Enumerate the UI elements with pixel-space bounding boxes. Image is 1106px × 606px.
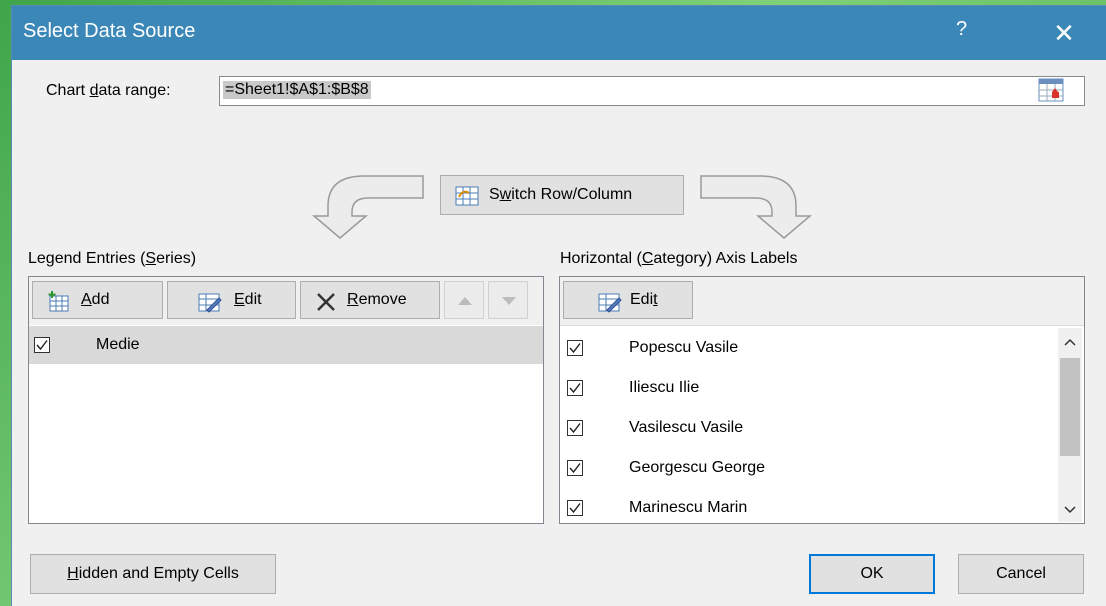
accelerator-key: E	[234, 291, 245, 308]
add-icon	[47, 291, 69, 318]
axis-label-row[interactable]: Georgescu George	[560, 449, 1058, 487]
series-row[interactable]: Medie	[29, 326, 543, 364]
axis-label-name: Vasilescu Vasile	[629, 419, 744, 436]
accelerator-key: S	[145, 250, 157, 267]
collapse-dialog-button[interactable]	[1038, 78, 1064, 102]
series-name: Medie	[96, 336, 140, 353]
accelerator-key: A	[81, 291, 92, 308]
switch-row-column-label: Switch Row/Column	[489, 186, 632, 204]
move-down-button[interactable]	[488, 281, 528, 319]
label-part: Edi	[630, 291, 654, 308]
move-up-button[interactable]	[444, 281, 484, 319]
cancel-button[interactable]: Cancel	[958, 554, 1084, 594]
label-part: idden and Empty Cells	[78, 565, 239, 582]
scroll-down-icon[interactable]	[1064, 506, 1076, 514]
axis-labels-label: Horizontal (Category) Axis Labels	[560, 250, 797, 268]
remove-label: Remove	[347, 291, 407, 309]
label-part: Horizontal (	[560, 250, 642, 267]
remove-series-button[interactable]: Remove	[300, 281, 440, 319]
axis-label-name: Georgescu George	[629, 459, 766, 476]
edit-icon	[598, 291, 622, 318]
accelerator-key: C	[641, 250, 654, 267]
chart-data-range-input[interactable]: =Sheet1!$A$1:$B$8	[219, 76, 1085, 106]
help-button[interactable]: ?	[956, 18, 967, 41]
label-part: ata range:	[98, 82, 171, 99]
checkbox[interactable]	[34, 337, 50, 353]
axis-labels-panel: Edit Popescu Vasile Iliescu Ilie Vasilescu…	[559, 276, 1085, 524]
axis-label-name: Iliescu Ilie	[629, 379, 700, 396]
axis-label-row[interactable]: Marinescu Marin	[560, 489, 1058, 527]
add-label: Add	[81, 291, 109, 309]
label-part: emove	[358, 291, 407, 308]
label-part: Chart	[46, 82, 90, 99]
close-button[interactable]: ✕	[1034, 14, 1094, 52]
checkbox[interactable]	[567, 340, 583, 356]
label-part: eries)	[156, 250, 197, 267]
switch-row-column-icon	[455, 185, 479, 212]
edit-series-button[interactable]: Edit	[167, 281, 296, 319]
edit-label: Edit	[234, 291, 262, 309]
chart-data-range-value: =Sheet1!$A$1:$B$8	[223, 81, 371, 99]
scroll-up-icon[interactable]	[1064, 338, 1076, 346]
edit-label: Edit	[630, 291, 658, 309]
accelerator-key: w	[499, 186, 512, 203]
move-down-icon	[502, 297, 516, 305]
hidden-and-empty-cells-button[interactable]: Hidden and Empty Cells	[30, 554, 276, 594]
checkbox[interactable]	[567, 460, 583, 476]
checkbox[interactable]	[567, 420, 583, 436]
range-select-icon	[1038, 78, 1064, 102]
axis-label-row[interactable]: Iliescu Ilie	[560, 369, 1058, 407]
remove-icon	[315, 291, 337, 318]
label-part: Legend Entries (	[28, 250, 146, 267]
dialog-title: Select Data Source	[23, 20, 196, 42]
left-arrow-icon	[311, 175, 424, 239]
label-part: ategory) Axis Labels	[653, 250, 798, 267]
legend-entries-panel: Add Edit Remove Medie	[28, 276, 544, 524]
switch-row-column-button[interactable]: Switch Row/Column	[440, 175, 684, 215]
checkbox[interactable]	[567, 500, 583, 516]
axis-label-row[interactable]: Vasilescu Vasile	[560, 409, 1058, 447]
label-part: dit	[244, 291, 262, 308]
axis-labels-scrollbar[interactable]	[1058, 328, 1082, 522]
accelerator-key: R	[347, 291, 359, 308]
title-bar: Select Data Source ? ✕	[12, 6, 1106, 60]
chart-data-range-label: Chart data range:	[46, 82, 171, 100]
label-part: dd	[91, 291, 110, 308]
legend-entries-label: Legend Entries (Series)	[28, 250, 196, 268]
axis-label-name: Marinescu Marin	[629, 499, 748, 516]
right-arrow-icon	[700, 175, 813, 239]
scrollbar-thumb[interactable]	[1060, 358, 1080, 456]
edit-axis-labels-button[interactable]: Edit	[563, 281, 693, 319]
move-up-icon	[458, 297, 472, 305]
accelerator-key: H	[67, 565, 79, 582]
label-part: S	[489, 186, 500, 203]
add-series-button[interactable]: Add	[32, 281, 163, 319]
label-part: itch Row/Column	[511, 186, 633, 203]
axis-label-row[interactable]: Popescu Vasile	[560, 329, 1058, 367]
ok-button[interactable]: OK	[809, 554, 935, 594]
accelerator-key: t	[653, 291, 658, 308]
checkbox[interactable]	[567, 380, 583, 396]
select-data-source-dialog: Select Data Source ? ✕ Chart data range:…	[12, 6, 1106, 606]
edit-icon	[198, 291, 222, 318]
axis-label-name: Popescu Vasile	[629, 339, 739, 356]
